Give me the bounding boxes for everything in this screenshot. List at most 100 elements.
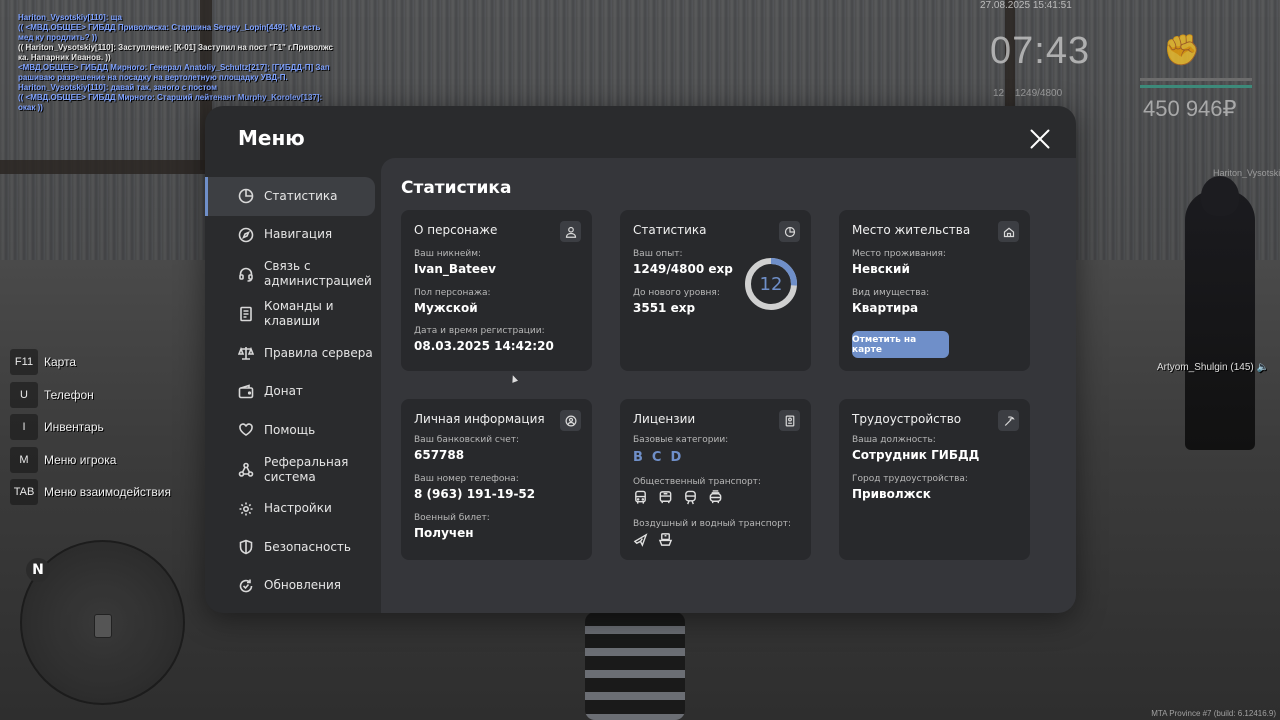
card-title: Место жительства — [852, 223, 971, 237]
menu-sidebar: Статистика Навигация Связь с администрацие… — [205, 177, 381, 605]
network-icon — [237, 461, 255, 479]
card-employment: Трудоустройство Ваша должность: Сотрудни… — [839, 399, 1030, 560]
public-transport-icons — [633, 490, 723, 505]
home-icon — [998, 221, 1019, 242]
sidebar-item[interactable]: Навигация — [205, 216, 381, 255]
exp-label: Ваш опыт: — [633, 249, 683, 259]
registration-label: Дата и время регистрации: — [414, 326, 545, 336]
license-category: B — [633, 450, 643, 465]
sidebar-item-label: Обновления — [264, 578, 342, 593]
card-title: Статистика — [633, 223, 707, 237]
player-menu-window: Меню Статистика Навигация Связь с админист… — [205, 106, 1076, 613]
compass-icon — [237, 226, 255, 244]
keybind-hint: TAB Меню взаимодействия — [10, 476, 171, 509]
ship-icon — [658, 532, 673, 547]
residence-place-value: Невский — [852, 262, 910, 276]
card-residence: Место жительства Место проживания: Невск… — [839, 210, 1030, 371]
hud-level-value: 12 — [993, 88, 1005, 99]
keybind-hints: F11 Карта U Телефон I Инвентарь M Меню игрока TA… — [10, 346, 171, 509]
content-title: Статистика — [401, 178, 512, 198]
level-number: 12 — [759, 273, 783, 295]
sidebar-item-label: Помощь — [264, 422, 316, 437]
close-button[interactable] — [1029, 128, 1051, 150]
pickaxe-icon — [998, 410, 1019, 431]
player-nametag: Hariton_Vysotskiy — [1213, 168, 1280, 178]
card-character: О персонаже Ваш никнейм: Ivan_Bateev Пол… — [401, 210, 592, 371]
id-card-icon — [779, 410, 800, 431]
game-character — [1185, 176, 1255, 450]
hud-money: 450 946₽ — [1143, 96, 1237, 121]
card-personal: Личная информация Ваш банковский счет: 6… — [401, 399, 592, 560]
card-title: Личная информация — [414, 412, 545, 426]
pie-chart-icon — [779, 221, 800, 242]
job-city-value: Приволжск — [852, 487, 931, 501]
sidebar-item[interactable]: Помощь — [205, 411, 381, 450]
nickname-value: Ivan_Bateev — [414, 262, 497, 276]
chat-log: Hariton_Vysotskiy[110]: ща(( <МВД.ОБЩЕЕ>… — [18, 13, 338, 113]
player-nametag-2: Artyom_Shulgin (145) 🔈 — [1157, 362, 1269, 373]
sidebar-item[interactable]: Донат — [205, 373, 381, 412]
sidebar-item[interactable]: Связь с администрацией — [205, 254, 381, 294]
job-city-label: Город трудоустройства: — [852, 474, 968, 484]
menu-content: Статистика О персонаже Ваш никнейм: Ivan… — [381, 158, 1076, 613]
sidebar-item-label: Донат — [264, 384, 303, 399]
hud-level: 12 1249/4800 — [993, 88, 1062, 99]
keybind-key: U — [10, 381, 38, 408]
keybind-label: Телефон — [44, 387, 94, 402]
sidebar-item-label: Настройки — [264, 501, 332, 516]
chat-line: (( <МВД.ОБЩЕЕ> ГИБДД Приволжска: Старшин… — [18, 23, 321, 42]
sidebar-item[interactable]: Безопасность — [205, 528, 381, 567]
public-transport-label: Общественный транспорт: — [633, 477, 761, 487]
property-type-label: Вид имущества: — [852, 288, 930, 298]
hud-date: 27.08.2025 15:41:51 — [980, 0, 1072, 11]
military-id-value: Получен — [414, 526, 474, 540]
phone-label: Ваш номер телефона: — [414, 474, 519, 484]
air-water-transport-label: Воздушный и водный транспорт: — [633, 519, 792, 529]
keybind-label: Карта — [44, 355, 77, 370]
keybind-label: Меню игрока — [44, 452, 117, 467]
document-icon — [237, 305, 255, 323]
sidebar-item[interactable]: Правила сервера — [205, 334, 381, 373]
mark-on-map-button[interactable]: Отметить на карте — [852, 331, 949, 358]
card-licenses: Лицензии Базовые категории: BCD Обществе… — [620, 399, 811, 560]
sidebar-item[interactable]: Команды и клавиши — [205, 294, 381, 334]
keybind-hint: U Телефон — [10, 379, 171, 412]
game-character-legs — [585, 612, 685, 720]
keybind-hint: I Инвентарь — [10, 411, 171, 444]
exp-value: 1249/4800 exp — [633, 262, 733, 276]
train-icon — [683, 490, 698, 505]
keybind-key: TAB — [10, 479, 38, 506]
trolley-icon — [708, 490, 723, 505]
sidebar-item[interactable]: Реферальная система — [205, 450, 381, 490]
license-category: C — [651, 450, 662, 465]
sidebar-item-label: Реферальная система — [264, 454, 349, 484]
headset-icon — [237, 265, 255, 283]
wallet-icon — [237, 383, 255, 401]
fist-icon: ✊ — [1163, 33, 1201, 68]
chat-line: Hariton_Vysotskiy[110]: давай так, заног… — [18, 83, 217, 92]
hud-bars — [1140, 78, 1252, 92]
bus-icon — [633, 490, 648, 505]
job-position-value: Сотрудник ГИБДД — [852, 448, 980, 462]
plane-icon — [633, 532, 648, 547]
sidebar-item-label: Статистика — [264, 188, 338, 203]
sidebar-item-label: Правила сервера — [264, 345, 373, 360]
sidebar-item-label: Навигация — [264, 227, 333, 242]
sidebar-item-label: Безопасность — [264, 539, 351, 554]
sidebar-item[interactable]: Обновления — [205, 567, 381, 606]
license-category: D — [670, 450, 682, 465]
base-categories-label: Базовые категории: — [633, 435, 729, 445]
chat-line: <МВД.ОБЩЕЕ> ГИБДД Мирного: Генерал Anato… — [18, 63, 330, 82]
keybind-hint: M Меню игрока — [10, 444, 171, 477]
refresh-check-icon — [237, 577, 255, 595]
sidebar-item[interactable]: Статистика — [205, 177, 375, 216]
keybind-label: Меню взаимодействия — [44, 485, 171, 500]
job-position-label: Ваша должность: — [852, 435, 936, 445]
hud-exp: 1249/4800 — [1014, 88, 1063, 99]
user-circle-icon — [560, 410, 581, 431]
bus-front-icon — [658, 490, 673, 505]
registration-value: 08.03.2025 14:42:20 — [414, 339, 554, 353]
sidebar-item[interactable]: Настройки — [205, 490, 381, 529]
residence-place-label: Место проживания: — [852, 249, 946, 259]
shield-icon — [237, 538, 255, 556]
